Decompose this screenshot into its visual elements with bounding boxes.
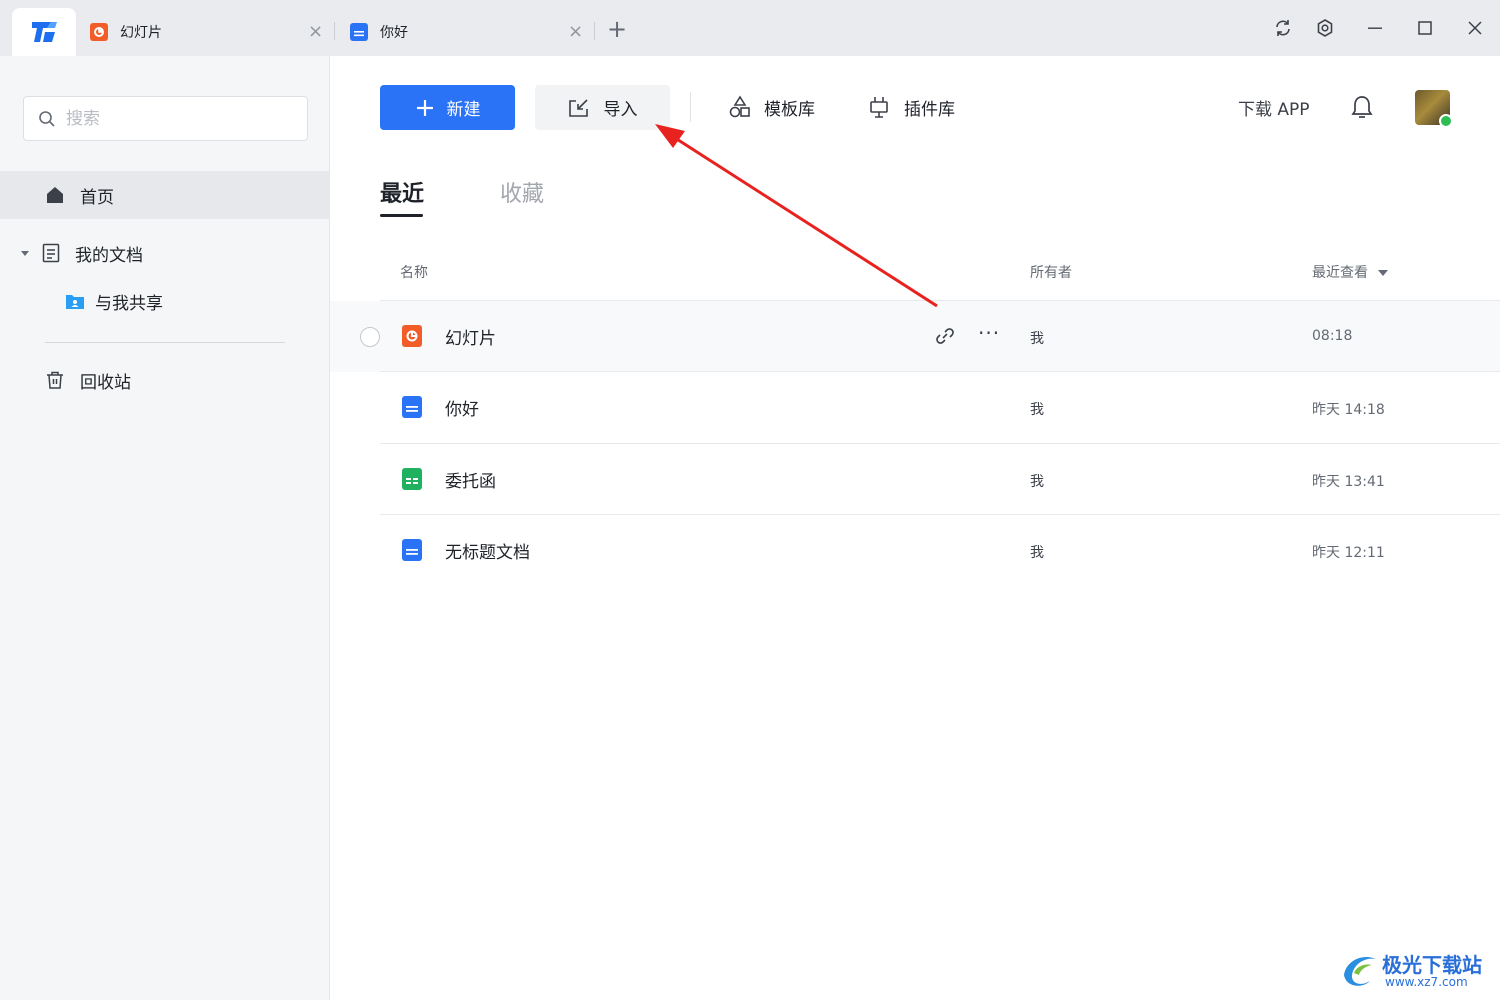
table-row[interactable]: 无标题文档 我 昨天 12:11	[330, 515, 1500, 586]
column-header-owner[interactable]: 所有者	[1030, 262, 1072, 282]
wechat-badge-icon	[1439, 114, 1453, 128]
new-tab-button[interactable]: +	[607, 17, 627, 41]
table-row[interactable]: 幻灯片 ··· 我 08:18	[330, 301, 1500, 372]
maximize-icon[interactable]	[1413, 16, 1437, 40]
import-button[interactable]: 导入	[535, 85, 670, 130]
close-tab-icon[interactable]: ×	[568, 23, 583, 41]
doc-file-icon	[402, 396, 422, 418]
user-avatar[interactable]	[1415, 90, 1453, 128]
last-viewed-cell: 昨天 14:18	[1312, 402, 1385, 418]
document-icon	[42, 243, 60, 263]
tab-slides[interactable]: 幻灯片 ×	[90, 8, 330, 56]
file-name[interactable]: 无标题文档	[445, 538, 530, 563]
table-row[interactable]: 你好 我 昨天 14:18	[330, 372, 1500, 443]
new-button[interactable]: 新建	[380, 85, 515, 130]
owner-cell: 我	[1030, 331, 1044, 347]
templates-label: 模板库	[764, 99, 815, 120]
watermark-name: 极光下载站	[1382, 953, 1482, 977]
plugins-label: 插件库	[904, 99, 955, 120]
notification-bell-icon[interactable]	[1350, 94, 1374, 124]
settings-gear-icon[interactable]	[1313, 16, 1337, 40]
sidebar-item-label: 首页	[80, 187, 114, 208]
sidebar-item-trash[interactable]: 回收站	[0, 356, 330, 404]
tab-divider	[334, 22, 335, 40]
close-window-icon[interactable]	[1463, 16, 1487, 40]
doc-file-icon	[402, 539, 422, 561]
import-button-label: 导入	[603, 100, 638, 120]
app-logo-icon[interactable]	[12, 8, 76, 56]
download-app-link[interactable]: 下载 APP	[1238, 95, 1310, 120]
file-name[interactable]: 委托函	[445, 467, 496, 492]
search-icon	[39, 110, 55, 127]
sidebar: 首页 我的文档 与我共享 回收站	[0, 56, 330, 1000]
ppt-file-icon	[90, 23, 108, 41]
shapes-icon	[729, 95, 750, 118]
plug-icon	[870, 97, 888, 118]
search-input[interactable]	[66, 108, 286, 129]
last-viewed-cell: 昨天 13:41	[1312, 474, 1385, 490]
tab-label: 你好	[380, 25, 408, 41]
sort-desc-icon[interactable]	[1378, 269, 1389, 277]
column-header-name[interactable]: 名称	[400, 262, 428, 282]
row-select-checkbox[interactable]	[360, 327, 380, 347]
file-name[interactable]: 幻灯片	[445, 324, 496, 349]
file-name[interactable]: 你好	[445, 395, 479, 420]
search-box[interactable]	[23, 96, 308, 141]
tab-hello[interactable]: 你好 ×	[350, 8, 590, 56]
column-header-last-viewed[interactable]: 最近查看	[1312, 262, 1389, 282]
trash-icon	[47, 371, 63, 389]
column-header-label: 最近查看	[1312, 265, 1368, 281]
doc-file-icon	[350, 23, 368, 41]
sidebar-item-home[interactable]: 首页	[0, 171, 330, 219]
active-tab-indicator	[380, 214, 423, 217]
sidebar-item-my-docs[interactable]: 我的文档	[0, 229, 330, 277]
tab-divider	[594, 22, 595, 40]
tab-recent[interactable]: 最近	[380, 176, 424, 208]
owner-cell: 我	[1030, 474, 1044, 490]
last-viewed-cell: 昨天 12:11	[1312, 545, 1385, 561]
ppt-file-icon	[402, 325, 422, 347]
minimize-icon[interactable]	[1363, 16, 1387, 40]
sidebar-item-shared[interactable]: 与我共享	[0, 277, 330, 325]
owner-cell: 我	[1030, 402, 1044, 418]
tab-label: 幻灯片	[120, 25, 162, 41]
sidebar-item-label: 与我共享	[95, 293, 163, 314]
watermark-swirl-icon	[1344, 956, 1376, 986]
last-viewed-cell: 08:18	[1312, 328, 1353, 344]
tab-favorites[interactable]: 收藏	[500, 176, 544, 208]
plugins-button[interactable]: 插件库	[868, 92, 955, 122]
import-icon	[568, 98, 588, 117]
sidebar-item-label: 回收站	[80, 372, 131, 393]
shared-folder-icon	[66, 295, 84, 309]
title-bar: 幻灯片 × 你好 × +	[0, 0, 1500, 56]
sidebar-item-label: 我的文档	[75, 245, 143, 266]
close-tab-icon[interactable]: ×	[308, 23, 323, 41]
toolbar-divider	[690, 92, 691, 122]
sheet-file-icon	[402, 468, 422, 490]
home-icon	[47, 187, 63, 203]
more-options-icon[interactable]: ···	[978, 321, 1000, 345]
watermark-url: www.xz7.com	[1385, 975, 1468, 989]
sync-icon[interactable]	[1271, 16, 1295, 40]
plus-icon	[416, 99, 433, 116]
copy-link-icon[interactable]	[934, 325, 956, 351]
table-row[interactable]: 委托函 我 昨天 13:41	[330, 444, 1500, 515]
watermark-logo: 极光下载站 www.xz7.com	[1340, 945, 1495, 995]
expand-caret-icon[interactable]	[20, 248, 30, 258]
sidebar-divider	[45, 342, 285, 343]
owner-cell: 我	[1030, 545, 1044, 561]
templates-button[interactable]: 模板库	[728, 92, 815, 122]
new-button-label: 新建	[446, 100, 481, 120]
